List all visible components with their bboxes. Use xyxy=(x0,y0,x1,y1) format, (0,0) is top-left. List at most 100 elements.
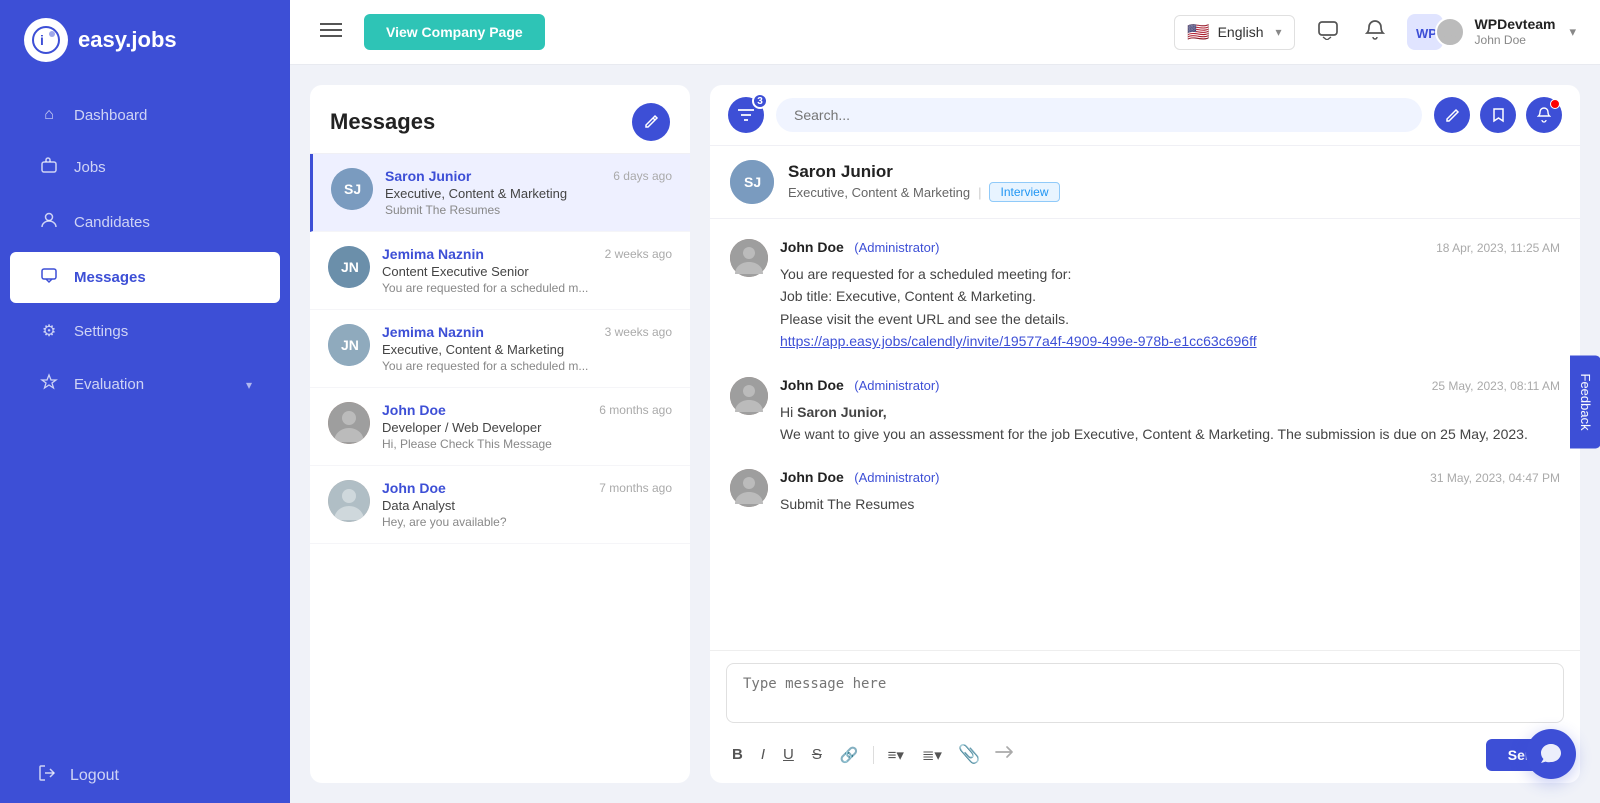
sidebar-item-candidates[interactable]: Candidates xyxy=(10,197,280,248)
sender-name: John Doe xyxy=(382,480,446,496)
message-role: (Administrator) xyxy=(854,378,939,393)
evaluation-left: Evaluation xyxy=(38,373,144,396)
message-top: Saron Junior 6 days ago xyxy=(385,168,672,184)
sidebar-nav: ⌂ Dashboard Jobs Candidates Messages ⚙ S… xyxy=(0,80,290,748)
sidebar-item-label: Messages xyxy=(74,269,146,286)
message-body: Saron Junior 6 days ago Executive, Conte… xyxy=(385,168,672,217)
message-top: John Doe 6 months ago xyxy=(382,402,672,418)
sender-name: John Doe xyxy=(382,402,446,418)
messages-icon xyxy=(38,266,60,289)
live-chat-button[interactable] xyxy=(1526,729,1576,779)
italic-button[interactable]: I xyxy=(755,742,771,767)
filter-button[interactable]: 3 xyxy=(728,97,764,133)
user-name: WPDevteam xyxy=(1475,15,1556,33)
logout-icon xyxy=(38,764,56,787)
contact-info: Saron Junior Executive, Content & Market… xyxy=(788,162,1060,202)
sidebar-item-label: Candidates xyxy=(74,214,150,231)
edit-icon-button[interactable] xyxy=(1434,97,1470,133)
message-top: Jemima Naznin 2 weeks ago xyxy=(382,246,672,262)
message-content: John Doe (Administrator) 25 May, 2023, 0… xyxy=(780,377,1560,446)
settings-icon: ⚙ xyxy=(38,321,60,341)
sender-role: Developer / Web Developer xyxy=(382,420,672,435)
avatar: JN xyxy=(328,246,370,288)
filter-badge: 3 xyxy=(752,93,768,109)
bookmark-icon-button[interactable] xyxy=(1480,97,1516,133)
search-input[interactable] xyxy=(776,98,1422,132)
message-sender: John Doe xyxy=(780,377,844,393)
message-sender-info: John Doe (Administrator) xyxy=(780,469,939,487)
message-sender-info: John Doe (Administrator) xyxy=(780,377,939,395)
view-company-button[interactable]: View Company Page xyxy=(364,14,545,50)
list-item[interactable]: JN Jemima Naznin 2 weeks ago Content Exe… xyxy=(310,232,690,310)
list-item[interactable]: JN Jemima Naznin 3 weeks ago Executive, … xyxy=(310,310,690,388)
bold-button[interactable]: B xyxy=(726,742,749,767)
user-profile[interactable]: WP WPDevteam John Doe ▾ xyxy=(1407,14,1576,50)
language-selector[interactable]: 🇺🇸 English ▾ xyxy=(1174,15,1294,50)
underline-button[interactable]: U xyxy=(777,742,800,767)
menu-toggle-button[interactable] xyxy=(314,15,348,50)
contact-role: Executive, Content & Marketing | Intervi… xyxy=(788,182,1060,202)
sidebar-item-jobs[interactable]: Jobs xyxy=(10,142,280,193)
message-role: (Administrator) xyxy=(854,240,939,255)
contact-name: Saron Junior xyxy=(788,162,1060,182)
ordered-list-button[interactable]: ≣▾ xyxy=(916,742,948,768)
messages-title: Messages xyxy=(330,109,435,135)
sidebar-item-evaluation[interactable]: Evaluation ▾ xyxy=(10,359,280,410)
message-sender: John Doe xyxy=(780,469,844,485)
candidates-icon xyxy=(38,211,60,234)
logout-item[interactable]: Logout xyxy=(10,750,280,801)
list-item[interactable]: John Doe 6 months ago Developer / Web De… xyxy=(310,388,690,466)
chat-message-item: John Doe (Administrator) 31 May, 2023, 0… xyxy=(730,469,1560,515)
message-time: 3 weeks ago xyxy=(605,325,672,339)
sidebar-item-dashboard[interactable]: ⌂ Dashboard xyxy=(10,92,280,138)
header-icons xyxy=(1311,13,1391,52)
strikethrough-button[interactable]: S xyxy=(806,742,828,767)
sidebar-item-label: Dashboard xyxy=(74,107,147,124)
message-send-icon-button[interactable] xyxy=(990,738,1018,771)
messages-panel-header: Messages xyxy=(310,85,690,154)
chat-top-bar: 3 xyxy=(710,85,1580,146)
avatar xyxy=(328,480,370,522)
message-input[interactable] xyxy=(726,663,1564,723)
sidebar-item-settings[interactable]: ⚙ Settings xyxy=(10,307,280,355)
avatar: JN xyxy=(328,324,370,366)
svg-text:WP: WP xyxy=(1416,26,1437,41)
meeting-link[interactable]: https://app.easy.jobs/calendly/invite/19… xyxy=(780,333,1257,349)
message-role: (Administrator) xyxy=(854,470,939,485)
compose-button[interactable] xyxy=(632,103,670,141)
message-list: SJ Saron Junior 6 days ago Executive, Co… xyxy=(310,154,690,783)
sidebar-item-messages[interactable]: Messages xyxy=(10,252,280,303)
message-preview: Hey, are you available? xyxy=(382,515,672,529)
chat-icon-button[interactable] xyxy=(1311,14,1345,51)
chat-top-actions xyxy=(1434,97,1562,133)
list-item[interactable]: SJ Saron Junior 6 days ago Executive, Co… xyxy=(310,154,690,232)
message-time: 6 days ago xyxy=(613,169,672,183)
logo[interactable]: i easy.jobs xyxy=(0,0,290,80)
unordered-list-button[interactable]: ≡▾ xyxy=(882,742,910,768)
sidebar: i easy.jobs ⌂ Dashboard Jobs Candidates xyxy=(0,0,290,803)
header: View Company Page 🇺🇸 English ▾ WP xyxy=(290,0,1600,65)
message-time: 18 Apr, 2023, 11:25 AM xyxy=(1436,241,1560,255)
notification-icon-button[interactable] xyxy=(1526,97,1562,133)
sender-role: Content Executive Senior xyxy=(382,264,672,279)
list-item[interactable]: John Doe 7 months ago Data Analyst Hey, … xyxy=(310,466,690,544)
evaluation-icon xyxy=(38,373,60,396)
message-preview: You are requested for a scheduled m... xyxy=(382,281,672,295)
message-time: 6 months ago xyxy=(599,403,672,417)
message-avatar xyxy=(730,377,768,415)
chevron-down-icon: ▾ xyxy=(246,378,252,392)
bell-icon-button[interactable] xyxy=(1359,13,1391,52)
message-header: John Doe (Administrator) 31 May, 2023, 0… xyxy=(780,469,1560,487)
chat-message-item: John Doe (Administrator) 25 May, 2023, 0… xyxy=(730,377,1560,446)
sender-name: Jemima Naznin xyxy=(382,246,484,262)
feedback-tab[interactable]: Feedback xyxy=(1570,355,1600,448)
message-preview: You are requested for a scheduled m... xyxy=(382,359,672,373)
user-info: WPDevteam John Doe xyxy=(1475,15,1556,49)
user-sub: John Doe xyxy=(1475,33,1556,49)
attachment-button[interactable]: 📎 xyxy=(954,740,984,769)
message-content: John Doe (Administrator) 18 Apr, 2023, 1… xyxy=(780,239,1560,353)
language-label: English xyxy=(1218,24,1264,40)
home-icon: ⌂ xyxy=(38,106,60,124)
avatar xyxy=(328,402,370,444)
link-button[interactable]: 🔗 xyxy=(834,742,865,768)
